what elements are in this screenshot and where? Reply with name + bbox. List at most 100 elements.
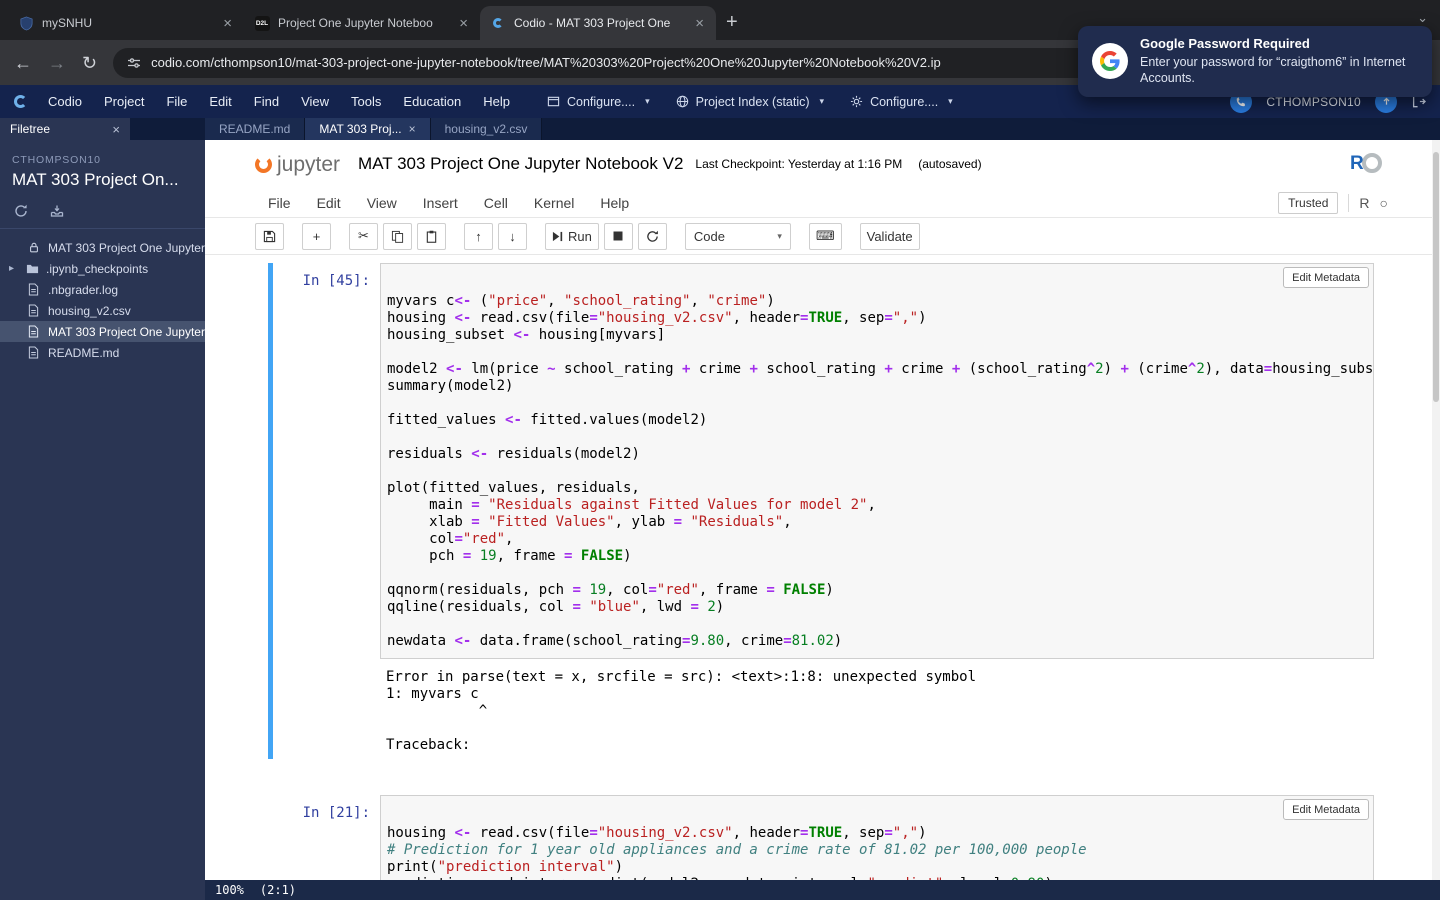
codio-menu-file[interactable]: File — [155, 94, 198, 109]
google-logo-icon — [1092, 43, 1128, 80]
codio-menu-find[interactable]: Find — [243, 94, 290, 109]
copy-cell-button[interactable] — [383, 222, 412, 250]
cell-input-area[interactable]: Edit Metadata housing <- read.csv(file="… — [380, 795, 1374, 880]
chevron-right-icon[interactable]: ▸ — [9, 263, 19, 274]
filetree-item[interactable]: .nbgrader.log — [0, 279, 205, 300]
reload-icon[interactable]: ↻ — [82, 54, 97, 72]
code-cell[interactable]: In [21]: Edit Metadata housing <- read.c… — [205, 790, 1440, 880]
refresh-icon[interactable] — [14, 204, 28, 218]
notebook-cells: In [45]: Edit Metadata myvars c<- ("pric… — [205, 255, 1440, 880]
codio-menu-help[interactable]: Help — [472, 94, 521, 109]
forward-icon[interactable]: → — [48, 54, 66, 72]
paste-cell-button[interactable] — [417, 222, 446, 250]
close-tab-icon[interactable]: × — [457, 16, 470, 31]
nb-menu-edit[interactable]: Edit — [317, 195, 341, 211]
username-label: CTHOMPSON10 — [1266, 94, 1361, 109]
sidebar-tabs-row: Filetree × — [0, 118, 205, 140]
folder-icon — [26, 263, 39, 275]
filetree-item[interactable]: README.md — [0, 342, 205, 363]
filetree-item[interactable]: housing_v2.csv — [0, 300, 205, 321]
editor-area: README.md MAT 303 Proj... × housing_v2.c… — [205, 118, 1440, 880]
move-cell-up-button[interactable]: ↑ — [464, 222, 493, 250]
cell-content: Edit Metadata housing <- read.csv(file="… — [380, 795, 1374, 880]
code-cell[interactable]: In [45]: Edit Metadata myvars c<- ("pric… — [205, 258, 1440, 764]
configure-right-dropdown[interactable]: Configure.... ▾ — [850, 95, 953, 109]
project-index-dropdown[interactable]: Project Index (static) ▾ — [676, 95, 824, 109]
run-button[interactable]: Run — [545, 222, 599, 250]
autosave-text: (autosaved) — [918, 157, 982, 171]
filetree-item-selected[interactable]: MAT 303 Project One Jupyter — [0, 321, 205, 342]
filetree-panel: Filetree × CTHOMPSON10 MAT 303 Project O… — [0, 118, 205, 900]
codio-menu-edit[interactable]: Edit — [198, 94, 242, 109]
google-password-notification[interactable]: Google Password Required Enter your pass… — [1078, 26, 1432, 97]
nb-menu-insert[interactable]: Insert — [423, 195, 458, 211]
filetree-item[interactable]: MAT 303 Project One Jupyter N — [0, 237, 205, 258]
kernel-idle-icon: ○ — [1379, 194, 1388, 211]
code-editor[interactable]: housing <- read.csv(file="housing_v2.csv… — [381, 822, 1373, 880]
chevron-down-icon[interactable]: ⌄ — [1417, 10, 1428, 26]
editor-tab-housing-csv[interactable]: housing_v2.csv — [430, 118, 543, 140]
validate-button[interactable]: Validate — [859, 222, 920, 250]
editor-tab-notebook[interactable]: MAT 303 Proj... × — [305, 118, 431, 140]
edit-metadata-button[interactable]: Edit Metadata — [1283, 267, 1369, 288]
gear-icon — [850, 95, 863, 108]
stop-button[interactable] — [603, 222, 633, 250]
cell-toolbar: Edit Metadata — [381, 264, 1373, 290]
close-icon[interactable]: × — [112, 122, 120, 137]
command-palette-button[interactable]: ⌨ — [808, 222, 842, 250]
browser-tab-codio[interactable]: Codio - MAT 303 Project One × — [480, 6, 716, 40]
move-cell-down-button[interactable]: ↓ — [498, 222, 527, 250]
nb-menu-file[interactable]: File — [268, 195, 291, 211]
notification-text: Google Password Required Enter your pass… — [1140, 36, 1418, 87]
site-info-icon[interactable] — [127, 56, 141, 70]
nb-menu-help[interactable]: Help — [600, 195, 629, 211]
filetree-tab[interactable]: Filetree × — [0, 118, 130, 140]
edit-metadata-button[interactable]: Edit Metadata — [1283, 799, 1369, 820]
codio-favicon-icon — [490, 15, 506, 31]
scrollbar[interactable] — [1432, 140, 1440, 880]
scrollbar-thumb[interactable] — [1433, 152, 1439, 402]
file-icon — [28, 325, 41, 338]
checkpoint-text: Last Checkpoint: Yesterday at 1:16 PM — [695, 157, 903, 171]
close-tab-icon[interactable]: × — [693, 16, 706, 31]
d2l-favicon-icon: D2L — [254, 15, 270, 31]
nb-menu-view[interactable]: View — [367, 195, 397, 211]
code-editor[interactable]: myvars c<- ("price", "school_rating", "c… — [381, 290, 1373, 658]
notification-body: Enter your password for “craigthom6” in … — [1140, 55, 1406, 86]
back-icon[interactable]: ← — [14, 54, 32, 72]
r-logo-ring — [1362, 153, 1382, 173]
cell-type-select[interactable]: Code ▾ — [684, 222, 791, 250]
notebook-title[interactable]: MAT 303 Project One Jupyter Notebook V2 — [358, 154, 683, 174]
browser-tab-mysnhu[interactable]: mySNHU × — [8, 6, 244, 40]
divider — [0, 228, 205, 229]
cell-input-area[interactable]: Edit Metadata myvars c<- ("price", "scho… — [380, 263, 1374, 659]
nb-menu-cell[interactable]: Cell — [484, 195, 508, 211]
jupyter-notebook: jupyter MAT 303 Project One Jupyter Note… — [205, 140, 1440, 880]
editor-tab-readme[interactable]: README.md — [205, 118, 306, 140]
close-tab-icon[interactable]: × — [221, 16, 234, 31]
nb-menu-kernel[interactable]: Kernel — [534, 195, 574, 211]
cut-cell-button[interactable]: ✂ — [349, 222, 378, 250]
url-text: codio.com/cthompson10/mat-303-project-on… — [151, 55, 941, 70]
codio-menu-education[interactable]: Education — [392, 94, 472, 109]
codio-menu-project[interactable]: Project — [93, 94, 155, 109]
browser-tab-d2l[interactable]: D2L Project One Jupyter Noteboo × — [244, 6, 480, 40]
zoom-level: 100% — [215, 883, 244, 897]
trusted-button[interactable]: Trusted — [1278, 191, 1339, 214]
filetree-item[interactable]: ▸ .ipynb_checkpoints — [0, 258, 205, 279]
divider — [1348, 193, 1350, 212]
inbox-icon[interactable] — [50, 204, 64, 218]
configure-left-dropdown[interactable]: Configure.... ▾ — [547, 95, 650, 109]
editor-tab-bar: README.md MAT 303 Proj... × housing_v2.c… — [205, 118, 1440, 140]
add-cell-button[interactable]: + — [302, 222, 331, 250]
file-icon — [28, 346, 41, 359]
new-tab-button[interactable]: + — [726, 11, 738, 34]
codio-menu-tools[interactable]: Tools — [340, 94, 392, 109]
codio-menu-codio[interactable]: Codio — [37, 94, 93, 109]
cursor-position: (2:1) — [259, 883, 297, 897]
close-tab-icon[interactable]: × — [409, 122, 416, 136]
globe-icon — [676, 95, 689, 108]
restart-kernel-button[interactable] — [637, 222, 667, 250]
save-button[interactable] — [255, 222, 284, 250]
codio-menu-view[interactable]: View — [290, 94, 340, 109]
